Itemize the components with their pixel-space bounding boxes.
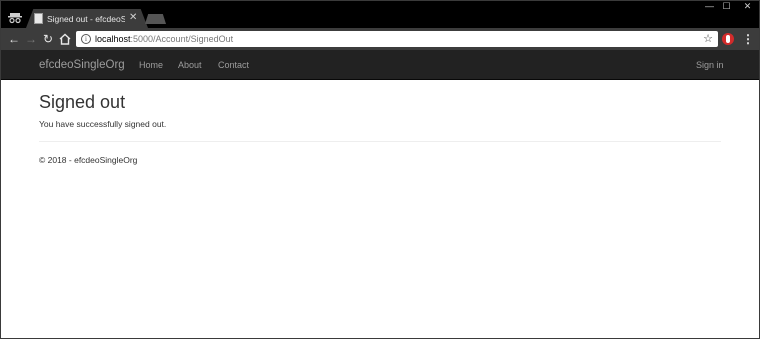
site-brand-link[interactable]: efcdeoSingleOrg — [39, 58, 125, 72]
footer-divider — [39, 141, 721, 142]
nav-about-link[interactable]: About — [178, 59, 202, 71]
reload-icon[interactable]: ↻ — [41, 31, 55, 47]
nav-home-link[interactable]: Home — [139, 59, 163, 71]
info-icon[interactable]: i — [81, 34, 91, 44]
address-bar[interactable]: i localhost:5000/Account/SignedOut ☆ — [76, 31, 718, 47]
browser-window: Signed out - efcdeoSingleOrg ✕ — ☐ ✕ ← →… — [0, 0, 760, 339]
page-title: Signed out — [39, 92, 126, 112]
tab-close-icon[interactable]: ✕ — [129, 12, 137, 24]
extension-icon[interactable] — [722, 33, 734, 45]
url-host: localhost — [95, 34, 131, 44]
browser-menu-icon[interactable]: ⋮ — [742, 31, 754, 47]
signed-out-message: You have successfully signed out. — [39, 119, 167, 129]
home-icon[interactable] — [58, 31, 72, 47]
bookmark-star-icon[interactable]: ☆ — [703, 32, 713, 46]
url-text[interactable]: localhost:5000/Account/SignedOut — [95, 33, 233, 45]
nav-contact-link[interactable]: Contact — [218, 59, 249, 71]
forward-arrow-icon[interactable]: → — [24, 31, 38, 47]
close-window-button[interactable]: ✕ — [736, 1, 759, 11]
url-path: :5000/Account/SignedOut — [130, 34, 234, 44]
footer-copyright: © 2018 - efcdeoSingleOrg — [39, 155, 138, 165]
new-tab-button[interactable] — [145, 14, 166, 24]
page-favicon-icon — [34, 13, 43, 24]
browser-toolbar: ← → ↻ i localhost:5000/Account/SignedOut… — [1, 28, 759, 50]
tab-strip: Signed out - efcdeoSingleOrg ✕ — ☐ ✕ — [1, 1, 759, 28]
site-navbar: efcdeoSingleOrg Home About Contact Sign … — [1, 50, 759, 80]
minimize-button[interactable]: — — [701, 1, 718, 11]
incognito-icon — [8, 13, 22, 24]
back-arrow-icon[interactable]: ← — [7, 31, 21, 47]
sign-in-link[interactable]: Sign in — [696, 59, 724, 71]
maximize-button[interactable]: ☐ — [718, 1, 735, 11]
tab-title: Signed out - efcdeoSingleOrg — [47, 14, 125, 24]
page-viewport: efcdeoSingleOrg Home About Contact Sign … — [1, 50, 759, 338]
